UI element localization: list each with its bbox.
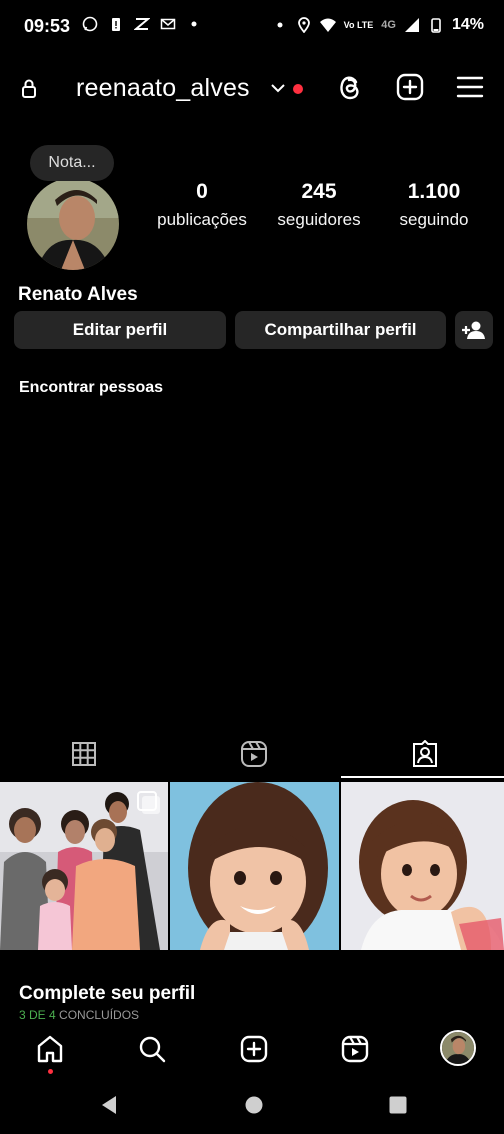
volte-label: Vo LTE [343,19,374,30]
nav-home[interactable] [33,1032,67,1074]
photo-image [341,782,504,950]
avatar-photo [442,1032,474,1064]
photo-image [0,782,168,950]
mail-icon [160,18,176,30]
network-label: 4G [381,19,396,31]
signal-icon [404,18,419,32]
add-person-icon [462,321,485,339]
progress-suffix: CONCLUÍDOS [59,1008,140,1020]
status-time: 09:53 [24,16,71,36]
system-navigation [0,1078,504,1134]
share-profile-button[interactable]: Compartilhar perfil [235,311,446,349]
home-icon [37,1035,63,1063]
stat-posts[interactable]: 0 publicações [147,180,257,230]
stat-value: 245 [301,180,337,203]
edit-profile-button[interactable]: Editar perfil [14,311,226,349]
complete-profile-title[interactable]: Complete seu perfil [19,983,195,1005]
active-tab-indicator [341,776,504,778]
add-square-icon [240,1035,268,1063]
back-icon[interactable] [100,1095,118,1115]
chevron-down-icon[interactable] [270,82,286,94]
stat-value: 1.100 [407,180,461,203]
tagged-photo-family[interactable] [0,782,168,950]
tagged-photo-girl-1[interactable] [170,782,339,950]
nav-reels[interactable] [338,1032,372,1066]
menu-icon[interactable] [456,72,484,102]
wifi-icon [319,18,336,32]
notification-dot [48,1069,53,1074]
lock-icon [22,79,36,98]
battery-alert-icon [112,18,120,31]
avatar-photo [27,178,119,270]
battery-icon [431,18,441,33]
complete-profile-progress: 3 DE 4 CONCLUÍDOS [19,1008,139,1020]
bottom-nav [0,1020,504,1078]
dot-icon [191,21,197,27]
avatar[interactable] [27,178,119,270]
stat-label: publicações [157,210,247,229]
tab-tagged[interactable] [341,730,504,778]
reels-icon [341,1035,369,1063]
tab-grid[interactable] [0,730,168,778]
whatsapp-icon [82,16,98,32]
capcut-icon [134,18,150,30]
nav-search[interactable] [135,1032,169,1066]
dot-icon [277,22,283,28]
add-square-icon[interactable] [396,72,424,102]
progress-count: 3 DE 4 [19,1008,56,1020]
grid-icon [72,742,96,766]
stat-label: seguindo [399,210,469,229]
recents-icon[interactable] [389,1096,407,1114]
profile-name: Renato Alves [18,284,138,305]
search-icon [139,1036,166,1063]
battery-percent: 14% [451,16,484,33]
tagged-photo-girl-2[interactable] [341,782,504,950]
note-bubble[interactable]: Nota... [30,145,114,181]
threads-icon[interactable] [336,72,364,102]
stat-followers[interactable]: 245 seguidores [264,180,374,230]
stat-value: 0 [196,180,208,203]
find-people-label[interactable]: Encontrar pessoas [19,379,163,397]
notification-icons [82,16,202,32]
status-bar: 09:53 Vo LTE 4G 14% [0,0,504,56]
tab-reels[interactable] [170,730,338,778]
home-button-icon[interactable] [245,1096,263,1114]
add-person-button[interactable] [455,311,493,349]
reels-icon [241,741,267,767]
location-icon [297,17,310,33]
photo-image [170,782,339,950]
tagged-icon [413,740,437,767]
nav-profile-avatar[interactable] [440,1030,476,1066]
username-switcher[interactable]: reenaato_alves [76,74,250,103]
stat-following[interactable]: 1.100 seguindo [379,180,489,230]
nav-create[interactable] [237,1032,271,1066]
notification-dot [293,84,303,94]
profile-header: reenaato_alves [0,60,504,120]
system-icons: Vo LTE 4G 14% [272,16,484,34]
stat-label: seguidores [277,210,361,229]
